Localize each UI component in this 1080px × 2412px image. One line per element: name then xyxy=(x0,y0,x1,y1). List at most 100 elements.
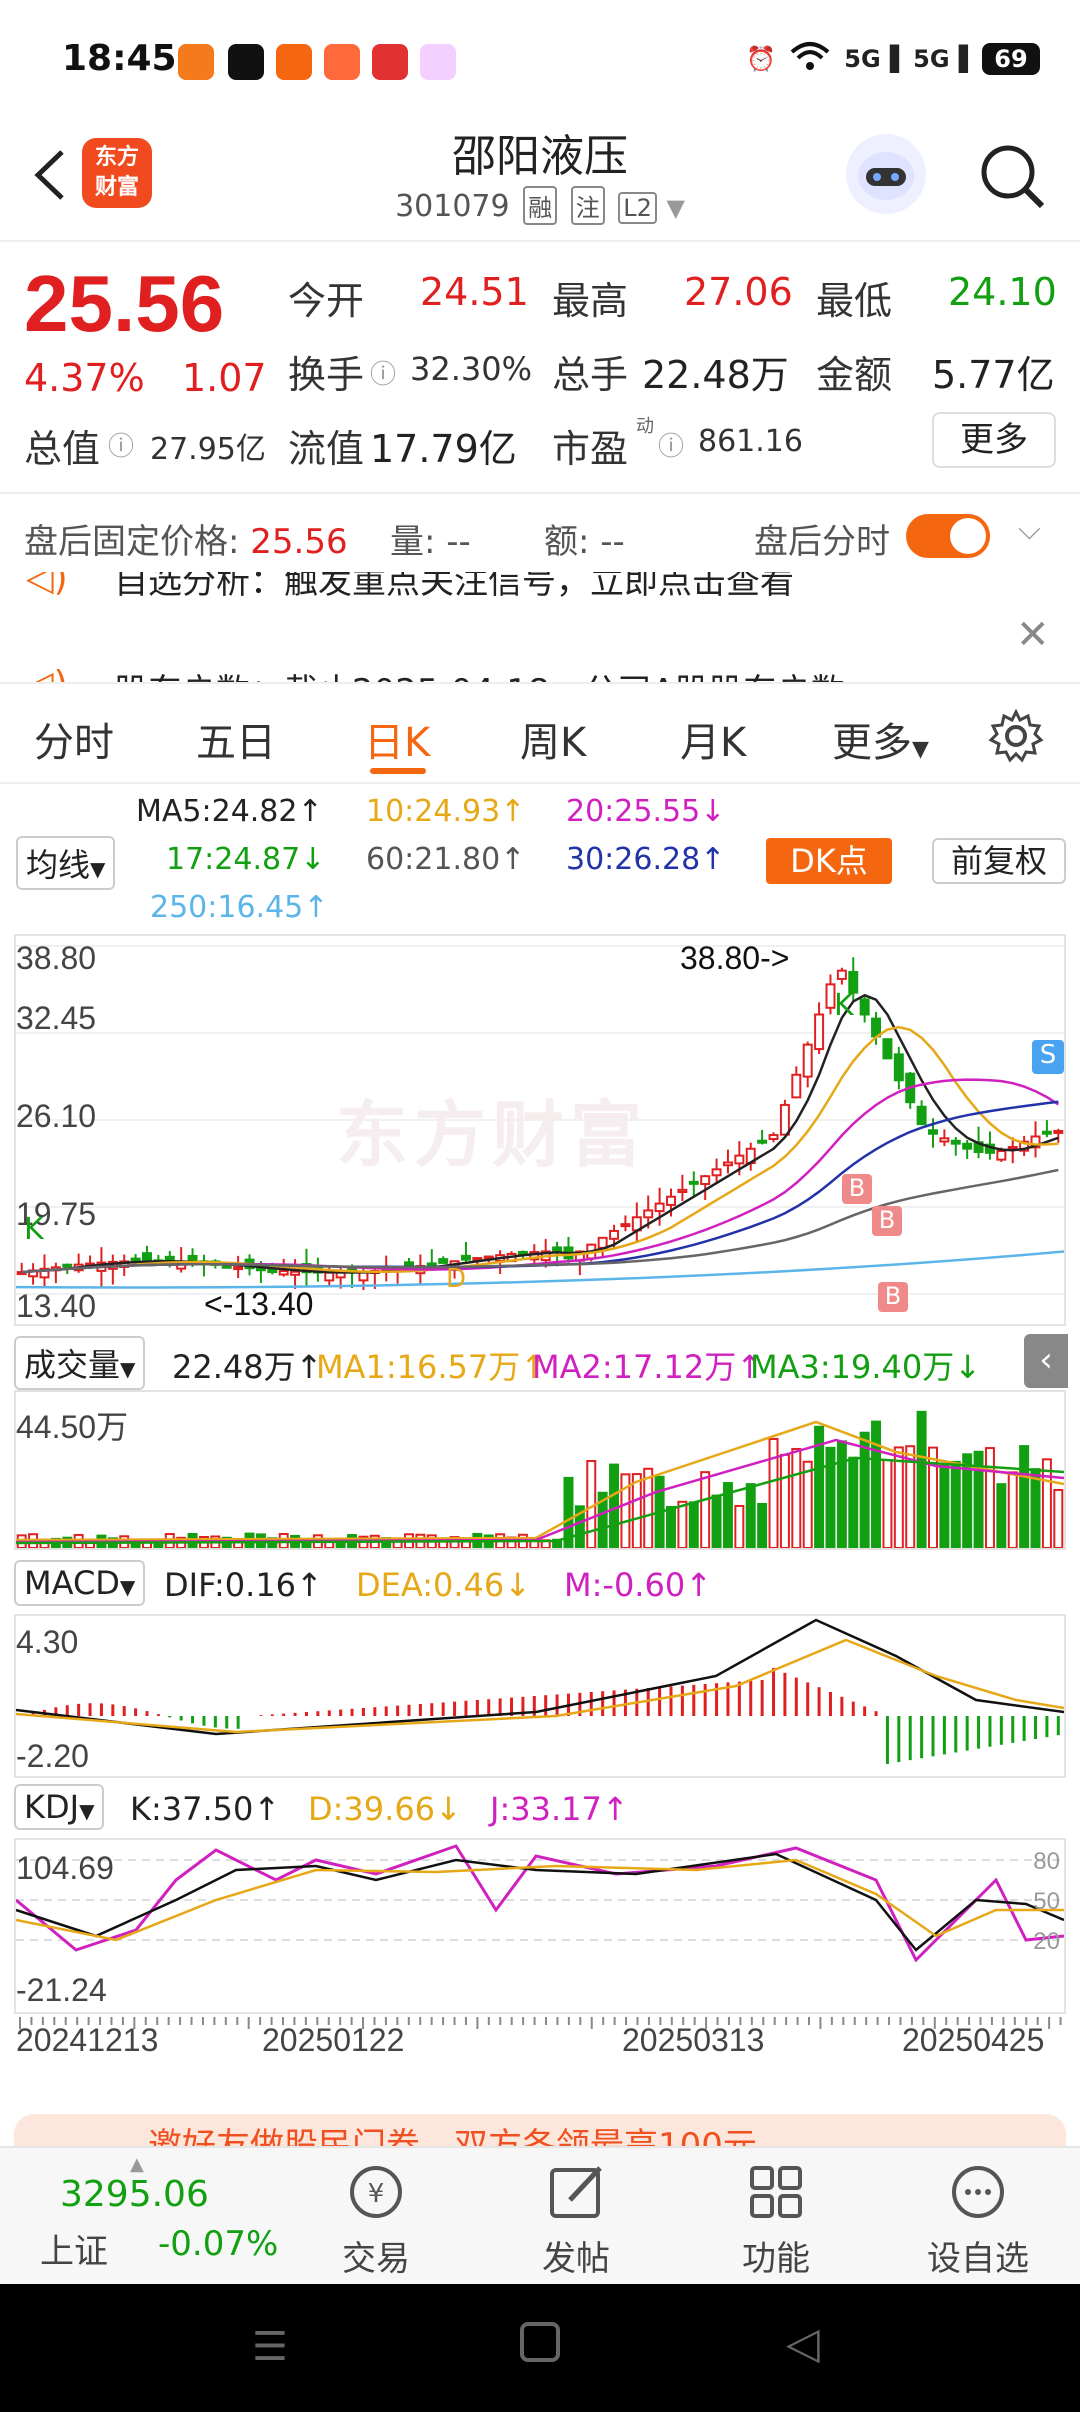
candle-body xyxy=(597,1236,608,1249)
kdj-level-label: 80 xyxy=(1033,1848,1060,1875)
candle-body xyxy=(836,969,847,980)
buy-marker[interactable]: B xyxy=(878,1282,908,1312)
ticker-line[interactable]: 股东户数：截止2025-04-18，公司A股股东户数 xyxy=(114,664,845,682)
ma250-value: 250:16.45↑ xyxy=(150,890,329,925)
d-marker: D xyxy=(446,1264,467,1294)
more-button[interactable]: 更多 xyxy=(932,412,1056,468)
collapse-panel-button[interactable]: ‹ xyxy=(1024,1334,1068,1388)
macd-chart[interactable]: 4.30 -2.20 xyxy=(14,1614,1066,1778)
volume-bar xyxy=(677,1500,688,1550)
buy-marker[interactable]: B xyxy=(842,1174,872,1204)
signal-label: 5G xyxy=(913,45,950,73)
nav-post[interactable]: 发帖 xyxy=(496,2162,656,2280)
volume-ma3: MA3:19.40万↓ xyxy=(750,1348,982,1386)
info-icon[interactable]: ⓘ xyxy=(108,426,134,463)
macd-selector[interactable]: MACD▼ xyxy=(14,1560,146,1606)
system-nav-bar: ☰ ◁ xyxy=(0,2284,1080,2412)
back-nav-icon[interactable]: ◁ xyxy=(786,2318,820,2369)
after-hours-row: 盘后固定价格: 25.56 xyxy=(24,514,348,563)
volume-value: 22.48万 xyxy=(642,353,789,397)
volume-bar xyxy=(939,1464,950,1549)
kline-chart[interactable]: 38.80 32.45 26.10 19.75 13.40 38.80-> <-… xyxy=(14,934,1066,1326)
gear-icon[interactable] xyxy=(988,708,1044,764)
signal-label: 5G xyxy=(844,45,881,73)
search-icon[interactable] xyxy=(976,140,1048,212)
ticker-line[interactable]: 自选分析：触发重点关注信号，立即点击查看 xyxy=(114,572,794,603)
after-hours-toggle[interactable] xyxy=(906,514,990,558)
buy-marker[interactable]: B xyxy=(872,1206,902,1236)
index-value[interactable]: 3295.06 xyxy=(60,2174,209,2215)
dk-point-button[interactable]: DK点 xyxy=(766,838,892,884)
news-ticker[interactable]: 自选分析：触发重点关注信号，立即点击查看 股东户数：截止2025-04-18，公… xyxy=(0,572,1080,682)
candle-body xyxy=(928,1129,938,1135)
tab-more[interactable]: 更多▼ xyxy=(832,710,929,768)
volume-bar xyxy=(802,1460,813,1549)
y-axis-label: 104.69 xyxy=(16,1850,114,1886)
x-axis-date: 20250122 xyxy=(262,2022,405,2058)
turnover-label: 换手 xyxy=(288,353,365,397)
app-icon xyxy=(324,44,360,80)
volume-chart[interactable]: 44.50万 xyxy=(14,1390,1066,1550)
kdj-canvas xyxy=(15,1844,1065,1963)
x-axis-date: 20250425 xyxy=(902,2022,1045,2058)
caret-up-icon[interactable]: ▲ xyxy=(130,2154,144,2175)
index-change[interactable]: -0.07% xyxy=(158,2224,278,2264)
x-axis-date: 20241213 xyxy=(16,2022,159,2058)
candle-body xyxy=(768,1134,779,1141)
change-percent: 4.37% xyxy=(24,356,145,400)
tab-monthly-k[interactable]: 月K xyxy=(680,710,746,768)
speaker-icon: ◁) xyxy=(26,572,68,599)
sell-marker[interactable]: S xyxy=(1032,1040,1064,1074)
candle-body xyxy=(278,1270,289,1276)
candle-body xyxy=(552,1246,563,1252)
candle-body xyxy=(666,1195,676,1206)
index-name[interactable]: 上证 xyxy=(40,2224,108,2273)
candle-body xyxy=(460,1254,471,1261)
turnover-value: 32.30% xyxy=(410,350,533,388)
volume-bar xyxy=(836,1440,847,1549)
open-label: 今开 xyxy=(288,279,365,323)
ma-selector[interactable]: 均线▼ xyxy=(16,836,116,890)
more-dots-icon xyxy=(952,2166,1004,2218)
nav-trade[interactable]: ¥ 交易 xyxy=(296,2162,456,2280)
candle-body xyxy=(267,1269,278,1274)
close-icon[interactable]: ✕ xyxy=(1016,612,1050,658)
home-icon[interactable] xyxy=(520,2322,560,2362)
tab-daily-k[interactable]: 日K xyxy=(364,710,430,768)
robot-assistant-icon[interactable] xyxy=(846,134,926,214)
ma10-value: 10:24.93↑ xyxy=(366,794,526,829)
info-icon[interactable]: ⓘ xyxy=(370,354,396,391)
ma17-value: 17:24.87↓ xyxy=(166,842,326,877)
chevron-down-icon[interactable]: ⌵ xyxy=(1018,512,1041,547)
y-axis-label: 32.45 xyxy=(16,1000,97,1036)
nav-add-watchlist[interactable]: 设自选 xyxy=(898,2162,1058,2280)
dropdown-icon[interactable]: ▼ xyxy=(666,194,684,222)
info-icon[interactable]: ⓘ xyxy=(658,426,684,463)
volume-bar xyxy=(745,1483,756,1549)
stock-code: 301079 xyxy=(395,189,510,224)
ma30-value: 30:26.28↑ xyxy=(566,842,726,877)
kdj-selector[interactable]: KDJ▼ xyxy=(14,1784,105,1830)
volume-selector[interactable]: 成交量▼ xyxy=(14,1336,146,1390)
label: 额: xyxy=(544,522,590,562)
candle-body xyxy=(62,1263,73,1268)
candle-body xyxy=(996,1150,1007,1161)
ma-selector-label: 均线 xyxy=(26,846,91,884)
candle-body xyxy=(233,1266,244,1271)
volume-bar xyxy=(768,1437,779,1549)
nav-function[interactable]: 功能 xyxy=(696,2162,856,2280)
high-value: 27.06 xyxy=(684,270,793,314)
volume-bar xyxy=(848,1456,859,1549)
tab-intraday[interactable]: 分时 xyxy=(34,710,114,768)
candle-body xyxy=(438,1258,449,1264)
adjust-button[interactable]: 前复权 xyxy=(932,838,1066,884)
kdj-chart[interactable]: 104.69 -21.24 80 50 20 xyxy=(14,1838,1066,2014)
divider xyxy=(0,240,1080,242)
tab-five-day[interactable]: 五日 xyxy=(196,710,276,768)
tab-weekly-k[interactable]: 周K xyxy=(520,710,586,768)
macd-m: M:-0.60↑ xyxy=(564,1566,712,1604)
volume-bar xyxy=(871,1420,882,1549)
menu-icon[interactable]: ☰ xyxy=(252,2324,288,2370)
active-tab-indicator xyxy=(370,768,426,774)
volume-bar xyxy=(666,1505,676,1550)
